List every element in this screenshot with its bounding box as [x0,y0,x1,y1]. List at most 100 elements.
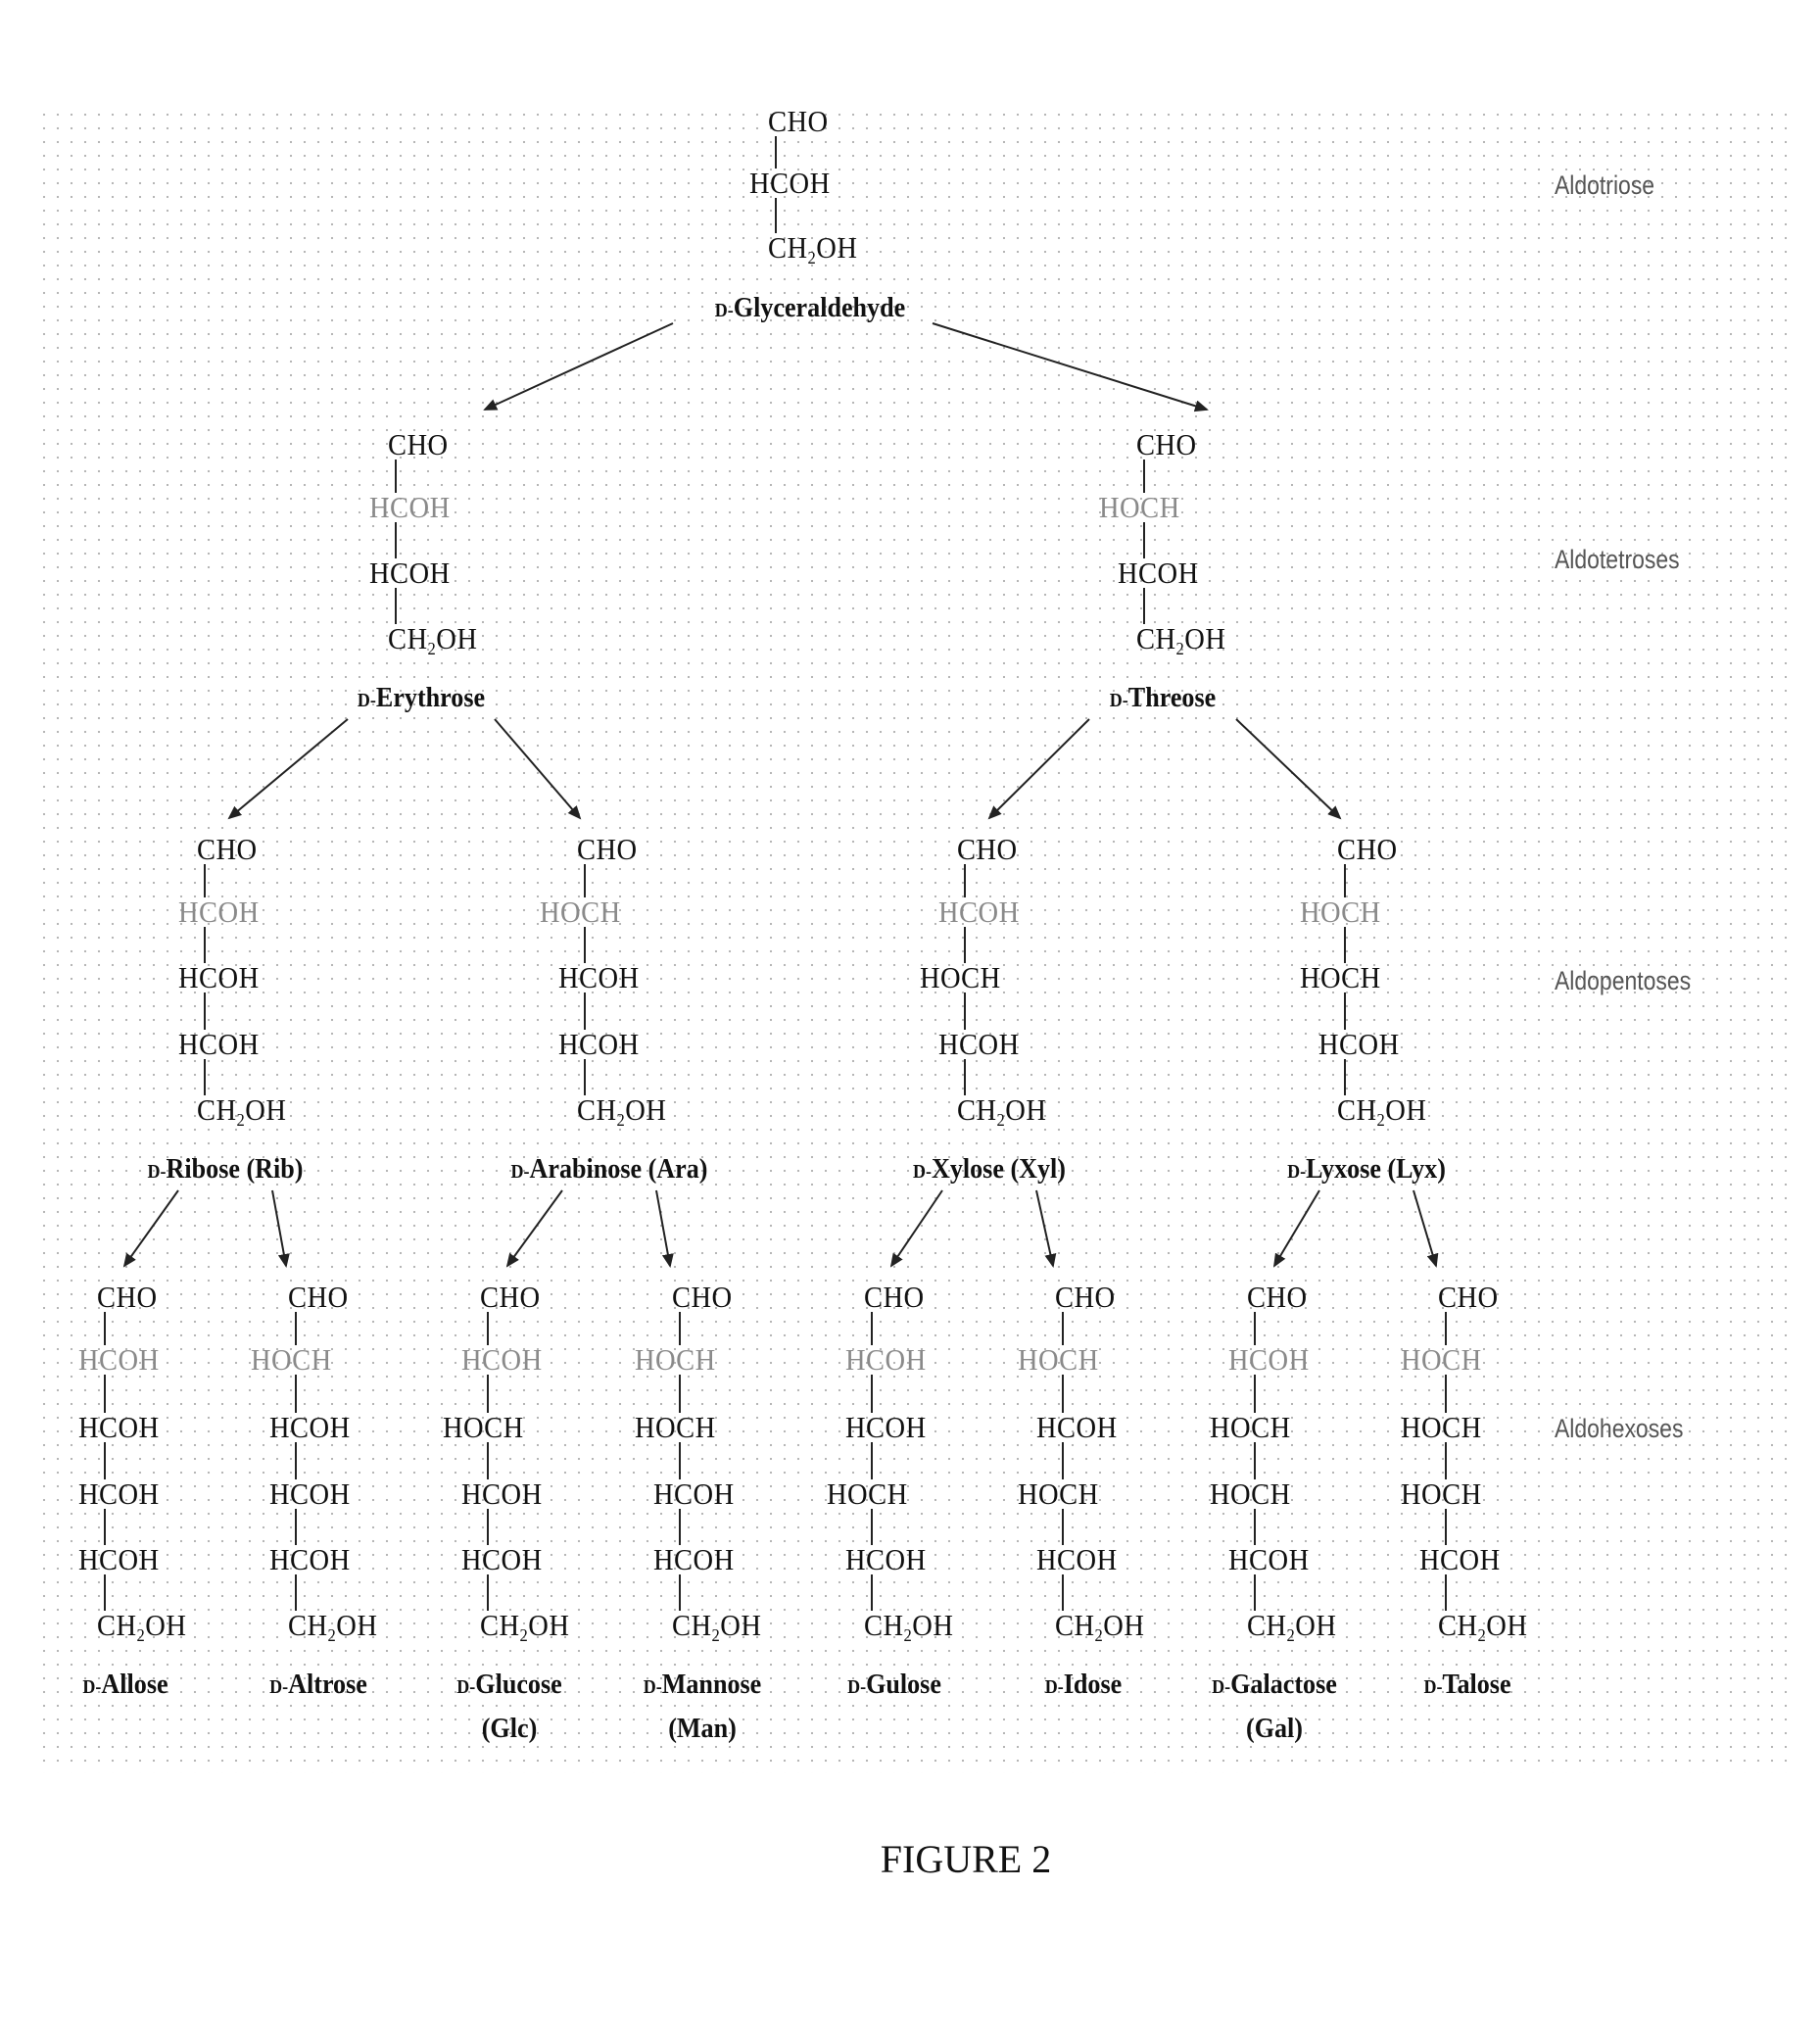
stereocenter-3: HCOH [460,1476,543,1511]
bond-line [679,1442,681,1479]
stereocenter-4: HCOH [652,1542,735,1576]
sugar-name-text: Galactose [1230,1669,1337,1700]
bond-line [104,1312,106,1345]
bond-line [395,588,397,624]
stereocenter-3: HCOH [652,1476,735,1511]
configuration-prefix: D- [147,1161,167,1183]
bond-line [395,460,397,493]
bond-line [1445,1509,1447,1545]
configuration-prefix: D- [912,1161,932,1183]
sugar-abbreviation: (Ara) [642,1153,708,1185]
hydroxymethyl-group: CH2OH [388,621,478,658]
bond-line [204,992,206,1030]
category-label-aldotetroses: Aldotetroses [1555,545,1680,574]
stereocenter-2: HCOH [557,960,640,994]
bond-line [775,198,777,233]
stereocenter-3: HCOH [268,1476,351,1511]
bond-line [204,864,206,897]
sugar-name-text: Threose [1127,682,1217,713]
bond-line [964,864,966,897]
configuration-prefix: D- [1423,1676,1443,1698]
configuration-prefix: D- [82,1676,102,1698]
bond-line [487,1375,489,1413]
sugar-name-glucose: D-Glucose [456,1669,561,1703]
stereocenter-4: HCOH [268,1542,351,1576]
bond-line [679,1574,681,1611]
stereocenter-3: HOCH [1017,1476,1099,1511]
bond-line [584,864,586,897]
bond-line [295,1574,297,1611]
bond-line [871,1312,873,1345]
stereocenter-1: HOCH [1017,1342,1099,1377]
arrow-lyxose-to-talose [1413,1189,1439,1268]
bond-line [584,992,586,1030]
stereocenter-1: HOCH [1400,1342,1482,1377]
aldehyde-group: CHO [1136,427,1197,461]
stereocenter-1: HOCH [1098,490,1180,524]
hydroxymethyl-group: CH2OH [97,1608,187,1645]
stereocenter-2: HCOH [77,1410,160,1444]
stereocenter-1: HCOH [844,1342,927,1377]
sugar-name-ribose: D-Ribose (Rib) [148,1153,304,1187]
stereocenter-2: HCOH [1035,1410,1118,1444]
arrow-ribose-to-allose [122,1189,179,1268]
aldehyde-group: CHO [1055,1280,1116,1314]
stereocenter-4: HCOH [1227,1542,1310,1576]
stereocenter-3: HOCH [1400,1476,1482,1511]
stereocenter-1: HCOH [1227,1342,1310,1377]
bond-line [1062,1509,1064,1545]
arrow-arabinose-to-glucose [505,1189,563,1268]
bond-line [1254,1312,1256,1345]
sugar-abbreviation: (Lyx) [1380,1153,1446,1185]
bond-line [1062,1574,1064,1611]
arrow-layer [122,322,1439,1268]
arrow-glyceraldehyde-to-threose [932,322,1209,412]
stereocenter-1: HCOH [77,1342,160,1377]
configuration-prefix: D- [357,690,376,711]
hydroxymethyl-group: CH2OH [1136,621,1226,658]
aldehyde-group: CHO [957,832,1018,866]
aldose-family-tree-figure: Aldotriose Aldotetroses Aldopentoses Ald… [0,0,1820,2033]
stereocenter-1: HCOH [937,895,1020,929]
stereocenter-4: HCOH [1418,1542,1501,1576]
bond-line [1254,1375,1256,1413]
configuration-prefix: D- [269,1676,289,1698]
bond-line [1445,1442,1447,1479]
aldehyde-group: CHO [672,1280,733,1314]
stereocenter-2: HOCH [442,1410,524,1444]
stereocenter-3: HCOH [557,1027,640,1061]
bond-line [104,1509,106,1545]
stereocenter-4: HCOH [844,1542,927,1576]
bond-line [204,927,206,963]
category-label-aldotriose: Aldotriose [1555,170,1655,200]
sugar-name-glyceraldehyde: D-Glyceraldehyde [715,292,905,326]
stereocenter-2: HOCH [634,1410,716,1444]
stereocenter-3: HCOH [77,1476,160,1511]
stereocenter-4: HCOH [77,1542,160,1576]
bond-line [295,1509,297,1545]
sugar-name-idose: D-Idose [1045,1669,1122,1703]
stereocenter-3: HCOH [177,1027,260,1061]
stereocenter-3: HOCH [826,1476,908,1511]
bond-line [295,1375,297,1413]
bond-line [487,1312,489,1345]
bond-line [1445,1375,1447,1413]
bond-line [871,1375,873,1413]
sugar-name-text: Talose [1442,1669,1511,1700]
bond-line [679,1312,681,1345]
bond-line [964,992,966,1030]
bond-line [1254,1442,1256,1479]
arrow-xylose-to-idose [1035,1189,1057,1268]
stereocenter-2: HOCH [1400,1410,1482,1444]
sugar-name-text: Mannose [661,1669,762,1700]
bond-line [104,1375,106,1413]
bond-line [104,1574,106,1611]
bond-line [487,1574,489,1611]
aldehyde-group: CHO [768,104,829,138]
sugar-name-arabinose: D-Arabinose (Ara) [511,1153,708,1187]
arrow-erythrose-to-ribose [227,718,349,820]
aldehyde-group: CHO [1337,832,1398,866]
configuration-prefix: D- [456,1676,476,1698]
hydroxymethyl-group: CH2OH [1337,1092,1427,1130]
aldehyde-group: CHO [388,427,449,461]
